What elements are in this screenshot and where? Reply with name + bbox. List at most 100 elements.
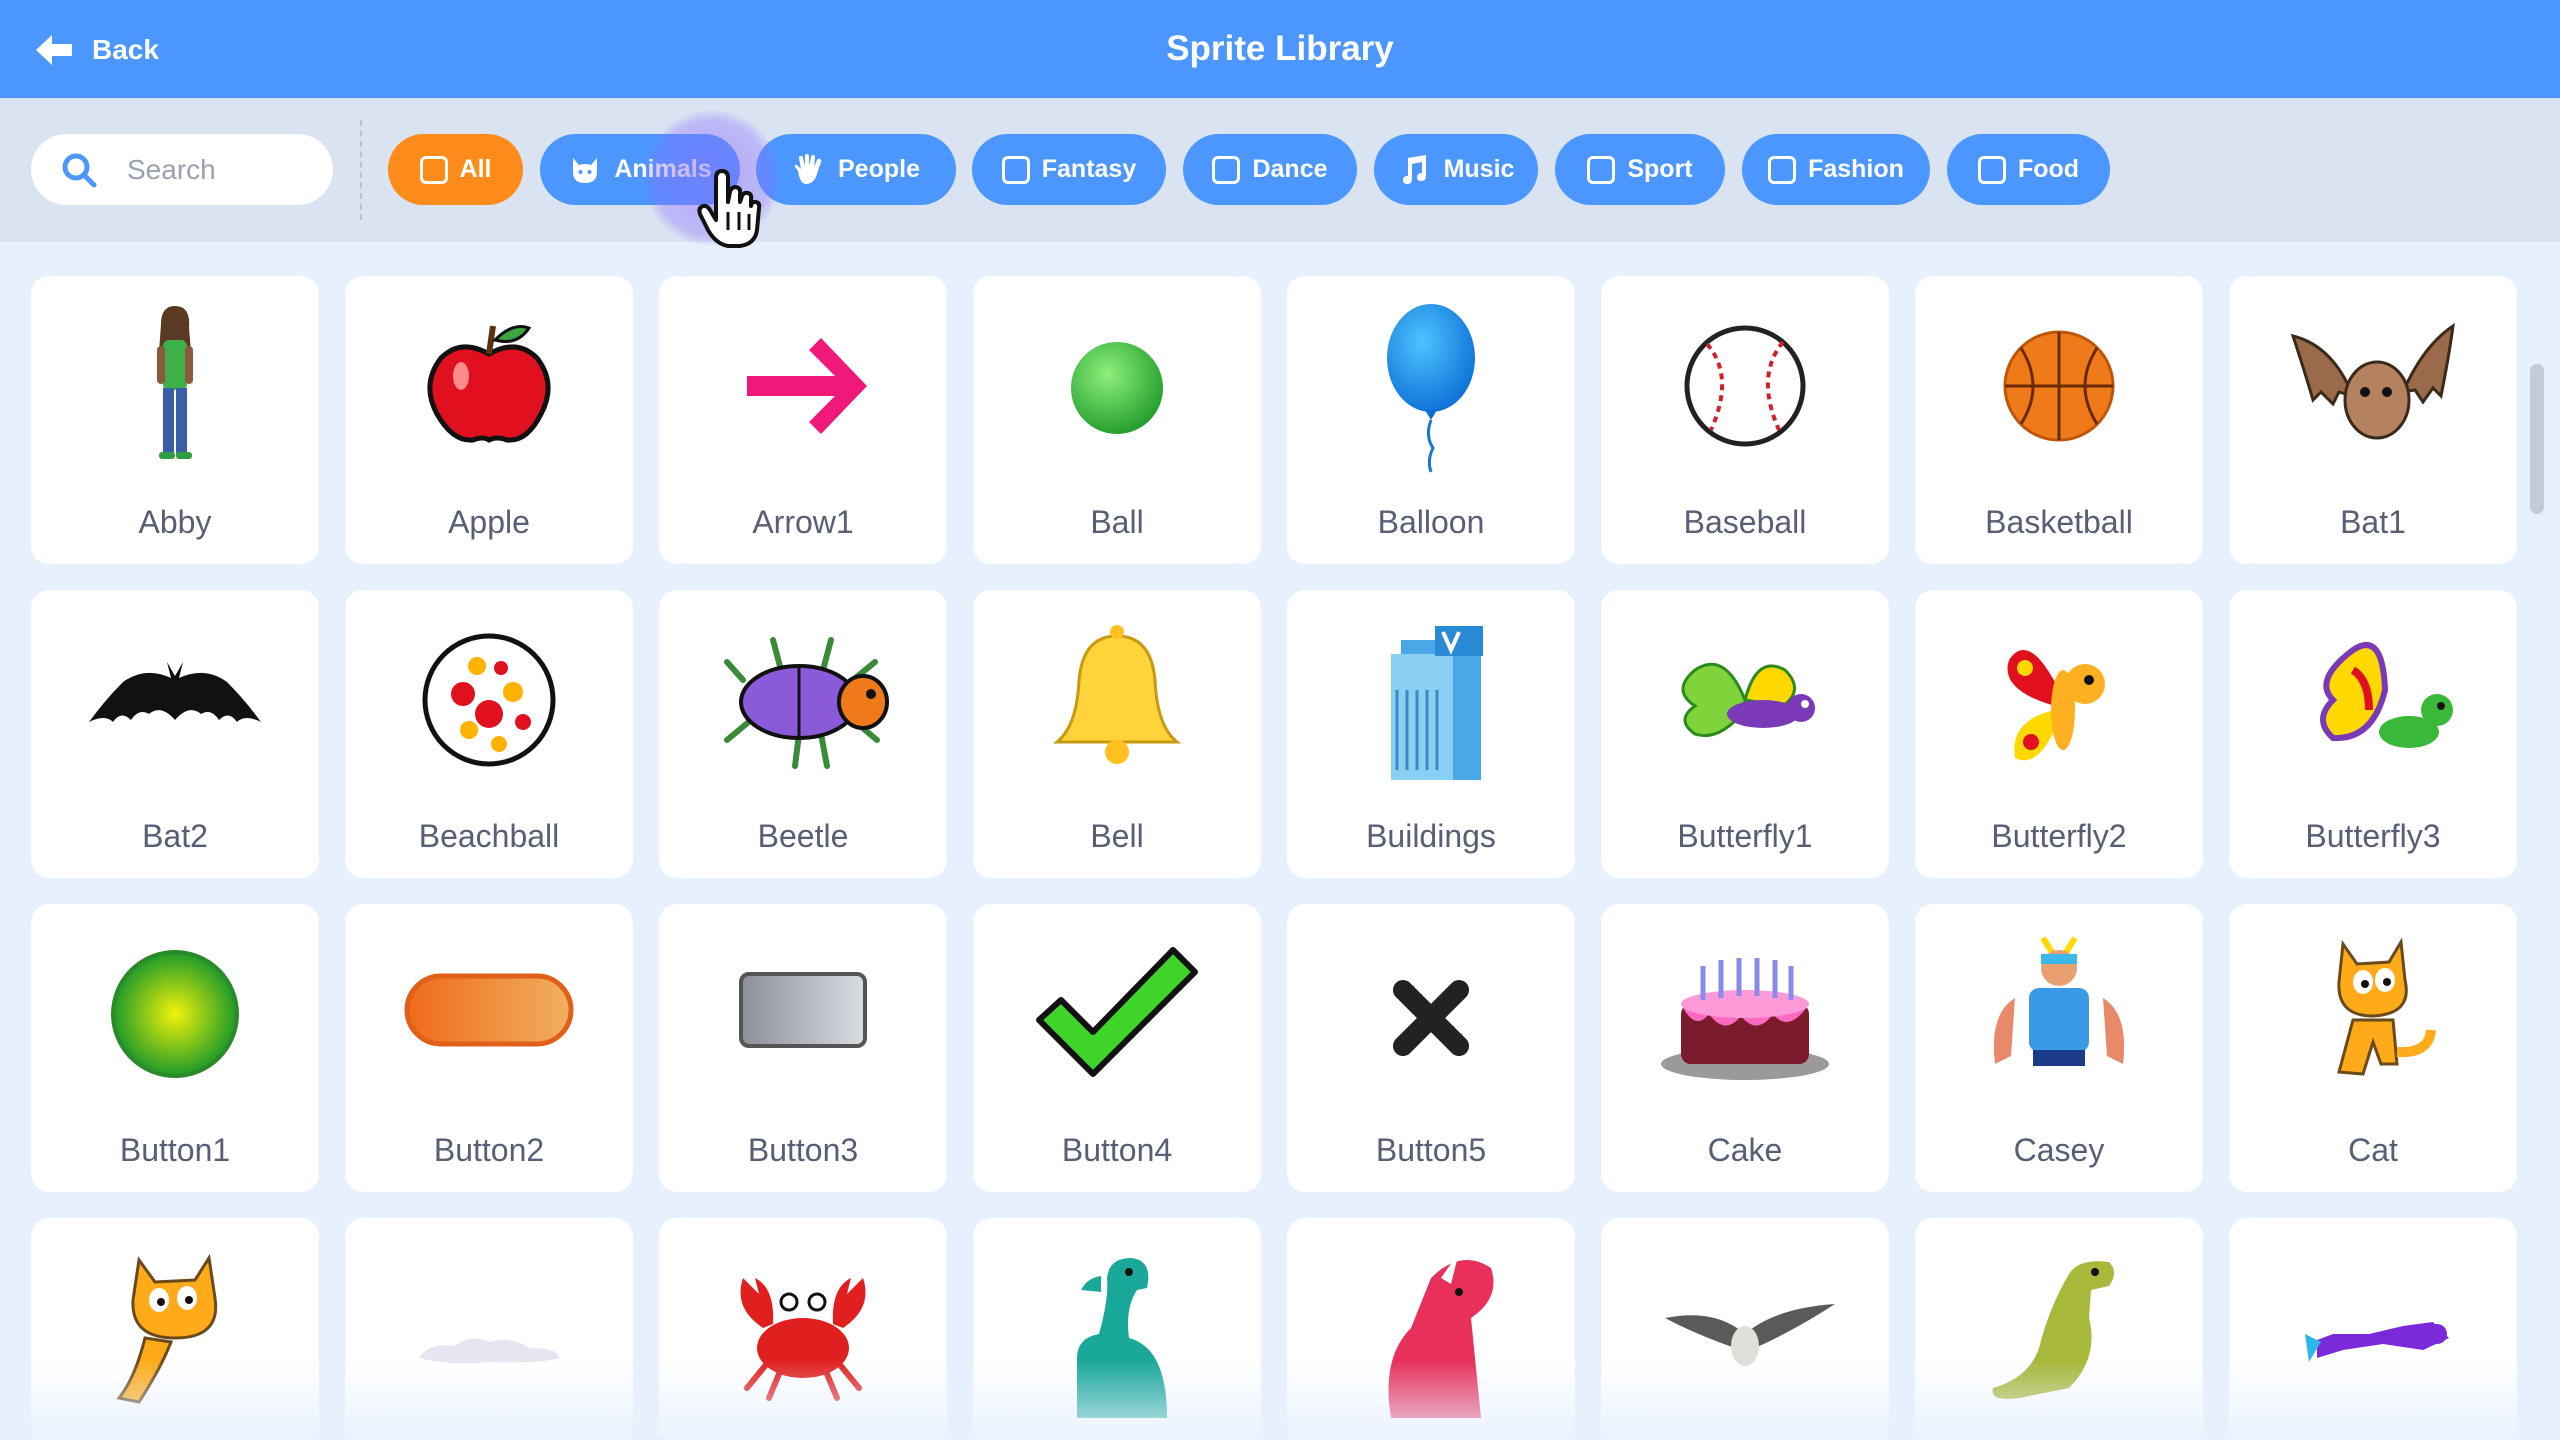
- abby-icon: [157, 306, 193, 459]
- sprite-card[interactable]: Abby: [31, 276, 319, 564]
- tag-sport[interactable]: Sport: [1555, 134, 1725, 205]
- checkbox-icon: [1768, 155, 1797, 184]
- tag-food[interactable]: Food: [1947, 134, 2110, 205]
- sprite-card[interactable]: Bat1: [2229, 276, 2517, 564]
- filter-divider: [360, 120, 362, 220]
- sprite-card[interactable]: [1915, 1218, 2203, 1440]
- arrow-icon: [747, 338, 867, 434]
- sprite-grid: Abby Apple Arrow1 Ball Balloon Baseball …: [31, 276, 2519, 1440]
- sprite-name: Ball: [1090, 504, 1144, 540]
- tag-label: Fantasy: [1041, 155, 1137, 183]
- tag-dance[interactable]: Dance: [1183, 134, 1357, 205]
- sprite-card[interactable]: [973, 1218, 1261, 1440]
- crab-icon: [740, 1278, 866, 1401]
- sprite-name: Casey: [2013, 1132, 2105, 1168]
- search-icon: [62, 153, 97, 187]
- sprite-name: Buildings: [1366, 818, 1496, 854]
- tag-label: Food: [2017, 155, 2080, 183]
- filter-bar: All Animals People Fantasy Dance Music S…: [0, 98, 2560, 242]
- buildings-icon: [1391, 626, 1483, 780]
- sprite-card[interactable]: [31, 1218, 319, 1440]
- sprite-name: Bell: [1090, 818, 1144, 854]
- sprite-card[interactable]: [659, 1218, 947, 1440]
- back-label: Back: [92, 34, 159, 65]
- checkbox-icon: [1001, 155, 1030, 184]
- sprite-card[interactable]: Apple: [345, 276, 633, 564]
- checkbox-icon: [1587, 155, 1616, 184]
- tag-people[interactable]: People: [756, 134, 956, 205]
- tag-fashion[interactable]: Fashion: [1742, 134, 1930, 205]
- sprite-name: Button5: [1375, 1132, 1487, 1168]
- checkmark-icon: [1036, 947, 1198, 1077]
- flying-cat-icon: [116, 1253, 218, 1404]
- tag-music[interactable]: Music: [1374, 134, 1538, 205]
- sprite-card[interactable]: Ball: [973, 276, 1261, 564]
- sprite-card[interactable]: Button5: [1287, 904, 1575, 1192]
- sprite-card[interactable]: Button2: [345, 904, 633, 1192]
- sprite-name: Arrow1: [752, 504, 854, 540]
- header-bar: Back Sprite Library: [0, 0, 2560, 98]
- sprite-name: Bat1: [2340, 504, 2406, 540]
- sprite-card[interactable]: Bell: [973, 590, 1261, 878]
- sprite-name: Beetle: [757, 818, 849, 854]
- checkbox-icon: [1212, 155, 1241, 184]
- tag-animals[interactable]: Animals: [540, 134, 740, 205]
- cat-icon: [2337, 937, 2436, 1076]
- sprite-card[interactable]: Butterfly2: [1915, 590, 2203, 878]
- tag-all[interactable]: All: [388, 134, 523, 205]
- sprite-name: Bat2: [142, 818, 208, 854]
- sprite-card[interactable]: Button3: [659, 904, 947, 1192]
- butterfly1-icon: [1681, 662, 1815, 737]
- sprite-card[interactable]: Button1: [31, 904, 319, 1192]
- sprite-card[interactable]: Beetle: [659, 590, 947, 878]
- basketball-icon: [2003, 330, 2115, 442]
- sprite-card[interactable]: Cat: [2229, 904, 2517, 1192]
- sprite-card[interactable]: Casey: [1915, 904, 2203, 1192]
- ball-icon: [1071, 342, 1163, 434]
- tag-label: Music: [1443, 155, 1515, 183]
- tag-label: Animals: [614, 155, 712, 183]
- search-input[interactable]: [127, 153, 307, 186]
- baseball-icon: [1684, 325, 1806, 447]
- sprite-card[interactable]: Butterfly3: [2229, 590, 2517, 878]
- sprite-card[interactable]: Baseball: [1601, 276, 1889, 564]
- sprite-card[interactable]: Beachball: [345, 590, 633, 878]
- button1-icon: [111, 950, 239, 1078]
- sprite-card[interactable]: Cake: [1601, 904, 1889, 1192]
- cake-icon: [1661, 958, 1829, 1080]
- sprite-name: Abby: [138, 504, 212, 540]
- beachball-icon: [422, 633, 556, 767]
- butterfly2-icon: [2007, 650, 2105, 761]
- sprite-card[interactable]: Button4: [973, 904, 1261, 1192]
- sprite-card[interactable]: [1601, 1218, 1889, 1440]
- sprite-name: Butterfly2: [1991, 818, 2127, 854]
- sprite-name: Balloon: [1377, 504, 1485, 540]
- sprite-card[interactable]: Balloon: [1287, 276, 1575, 564]
- sprite-card[interactable]: Bat2: [31, 590, 319, 878]
- triceratops-icon: [1388, 1252, 1494, 1418]
- tag-fantasy[interactable]: Fantasy: [972, 134, 1166, 205]
- sprite-card[interactable]: Buildings: [1287, 590, 1575, 878]
- back-button[interactable]: Back: [34, 28, 159, 72]
- search-box[interactable]: [31, 134, 333, 205]
- bell-icon: [1052, 625, 1182, 764]
- pterodactyl-icon: [1665, 1304, 1835, 1366]
- sprite-name: Cake: [1707, 1132, 1783, 1168]
- tag-label: All: [459, 155, 492, 183]
- checkbox-icon: [1977, 155, 2006, 184]
- sprite-card[interactable]: Butterfly1: [1601, 590, 1889, 878]
- sprite-name: Button2: [433, 1132, 545, 1168]
- scrollbar-thumb[interactable]: [2530, 364, 2544, 514]
- hand-icon: [794, 153, 822, 184]
- sprite-name: Butterfly1: [1677, 818, 1813, 854]
- sprite-name: Beachball: [418, 818, 560, 854]
- sprite-name: Apple: [448, 504, 530, 540]
- button3-icon: [739, 972, 867, 1048]
- sprite-card[interactable]: [345, 1218, 633, 1440]
- sprite-card[interactable]: [2229, 1218, 2517, 1440]
- sprite-card[interactable]: Basketball: [1915, 276, 2203, 564]
- tag-label: Dance: [1252, 155, 1328, 183]
- sprite-card[interactable]: [1287, 1218, 1575, 1440]
- sprite-name: Butterfly3: [2305, 818, 2441, 854]
- sprite-card[interactable]: Arrow1: [659, 276, 947, 564]
